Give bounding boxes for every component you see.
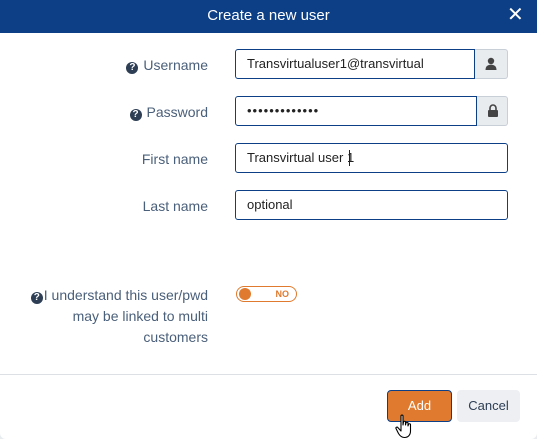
last-name-input[interactable]: optional (235, 190, 508, 220)
password-input[interactable]: ••••••••••••• (235, 96, 477, 126)
first-name-value: Transvirtual user 1 (247, 150, 355, 165)
text-caret (349, 150, 350, 166)
consent-label: ? I understand this user/pwd may be linke… (8, 285, 208, 348)
cancel-button[interactable]: Cancel (457, 390, 520, 422)
first-name-input[interactable]: Transvirtual user 1 (235, 143, 508, 173)
first-name-label: First name (141, 151, 208, 167)
footer-divider (0, 374, 537, 375)
last-name-label: Last name (142, 198, 208, 214)
help-icon[interactable]: ? (126, 62, 139, 74)
help-icon[interactable]: ? (129, 109, 142, 121)
password-label: ? Password (129, 104, 208, 121)
username-label: ? Username (126, 57, 208, 74)
hand-cursor-icon (395, 414, 412, 439)
toggle-state-text: NO (275, 289, 290, 299)
dialog-title: Create a new user (207, 7, 330, 24)
dialog-header: Create a new user ✕ (0, 0, 537, 33)
password-addon (477, 96, 508, 126)
lock-icon (488, 104, 498, 117)
consent-toggle[interactable]: NO (236, 286, 297, 302)
create-user-dialog: Create a new user ✕ ? Username Transvirtu… (0, 0, 537, 439)
username-input[interactable]: Transvirtualuser1@transvirtual (235, 49, 475, 79)
toggle-knob (239, 288, 251, 300)
close-icon[interactable]: ✕ (507, 5, 524, 25)
user-icon (485, 57, 497, 70)
username-addon (475, 49, 508, 79)
help-icon[interactable]: ? (30, 292, 43, 304)
